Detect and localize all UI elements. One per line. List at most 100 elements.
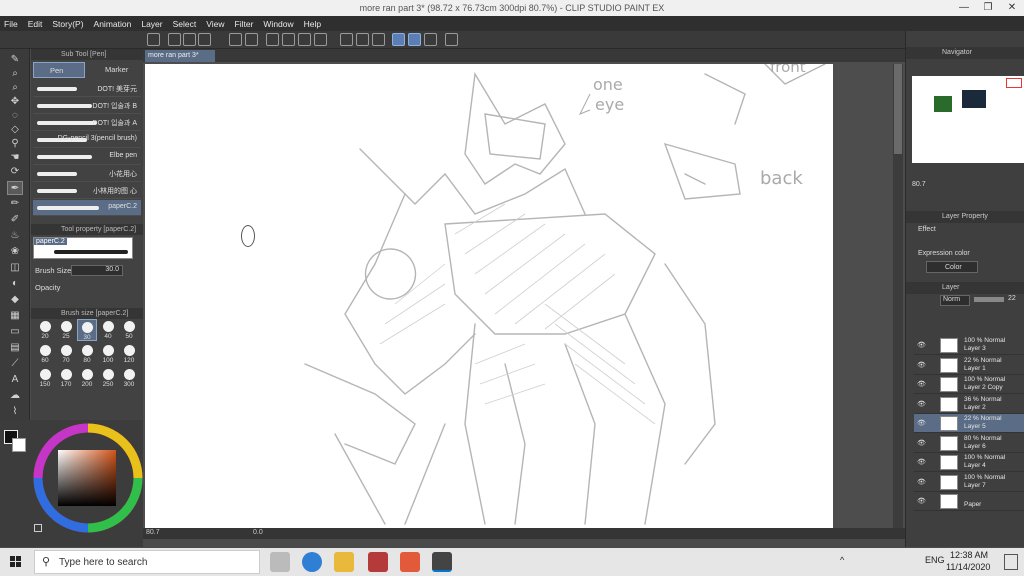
brush-item[interactable]: DOT! 입술과 B bbox=[33, 98, 141, 114]
language-indicator[interactable]: ENG bbox=[925, 555, 945, 565]
vertical-scrollbar[interactable] bbox=[893, 64, 903, 528]
lasso-tool-icon[interactable]: ◌ bbox=[7, 109, 23, 123]
game-app-icon[interactable] bbox=[368, 552, 388, 572]
brush-size-option[interactable]: 25 bbox=[56, 319, 76, 341]
move-tool-icon[interactable]: ✥ bbox=[7, 95, 23, 109]
visibility-eye-icon[interactable]: 👁 bbox=[917, 400, 926, 408]
angle-readout[interactable]: 0.0 bbox=[253, 529, 263, 536]
visibility-eye-icon[interactable]: 👁 bbox=[917, 439, 926, 447]
pen-pressure-icon[interactable] bbox=[392, 33, 405, 46]
visibility-eye-icon[interactable]: 👁 bbox=[917, 497, 926, 505]
save-icon[interactable] bbox=[198, 33, 211, 46]
edge-icon[interactable] bbox=[302, 552, 322, 572]
zoom-tool-icon[interactable]: ⌕ bbox=[7, 67, 23, 81]
windows-start-icon[interactable] bbox=[10, 556, 22, 568]
ruler-tool-icon[interactable]: ⟋ bbox=[7, 357, 23, 371]
fill-tool-icon[interactable]: ◆ bbox=[7, 293, 23, 307]
blend-tool-icon[interactable]: ◐ bbox=[7, 277, 23, 291]
layer-opacity-value[interactable]: 22 bbox=[1008, 295, 1016, 302]
eyedropper-icon[interactable]: ⚲ bbox=[7, 137, 23, 151]
sub-color-swatch[interactable] bbox=[12, 438, 26, 452]
menu-window[interactable]: Window bbox=[263, 19, 293, 29]
clip-studio-icon[interactable] bbox=[147, 33, 160, 46]
visibility-eye-icon[interactable]: 👁 bbox=[917, 458, 926, 466]
frame-tool-icon[interactable]: ▤ bbox=[7, 341, 23, 355]
visibility-eye-icon[interactable]: 👁 bbox=[917, 341, 926, 349]
stabilize-icon[interactable] bbox=[408, 33, 421, 46]
zoom-out-icon[interactable]: ⌕ bbox=[7, 81, 23, 95]
taskbar-search[interactable]: ⚲ Type here to search bbox=[34, 550, 260, 574]
brush-size-option[interactable]: 300 bbox=[119, 367, 139, 389]
menu-layer[interactable]: Layer bbox=[141, 19, 162, 29]
visibility-eye-icon[interactable]: 👁 bbox=[917, 380, 926, 388]
menu-animation[interactable]: Animation bbox=[94, 19, 132, 29]
brush-item[interactable]: DOT! 美芽元 bbox=[33, 81, 141, 97]
eraser-icon[interactable]: ◫ bbox=[7, 261, 23, 275]
visibility-eye-icon[interactable]: 👁 bbox=[917, 361, 926, 369]
balloon-tool-icon[interactable]: ☁ bbox=[7, 389, 23, 403]
minimize-button[interactable]: — bbox=[952, 0, 976, 16]
color-mode-icon[interactable] bbox=[34, 524, 42, 532]
hand-tool-icon[interactable]: ☚ bbox=[7, 151, 23, 165]
brush-size-option[interactable]: 120 bbox=[119, 343, 139, 365]
clip-studio-taskbar-icon[interactable] bbox=[432, 552, 452, 572]
new-file-icon[interactable] bbox=[168, 33, 181, 46]
layer-row[interactable]: 👁 100 % Normal Layer 3 bbox=[914, 336, 1024, 355]
media-app-icon[interactable] bbox=[400, 552, 420, 572]
redo-icon[interactable] bbox=[245, 33, 258, 46]
menu-edit[interactable]: Edit bbox=[28, 19, 43, 29]
opacity-slider[interactable] bbox=[974, 297, 1004, 302]
brush-size-option[interactable]: 80 bbox=[77, 343, 97, 365]
visibility-eye-icon[interactable]: 👁 bbox=[917, 478, 926, 486]
brush-size-option[interactable]: 70 bbox=[56, 343, 76, 365]
brush-size-option[interactable]: 200 bbox=[77, 367, 97, 389]
crop-icon[interactable] bbox=[314, 33, 327, 46]
layer-row[interactable]: 👁 22 % Normal Layer 5 bbox=[914, 414, 1024, 433]
brush-item[interactable]: 小花用心 bbox=[33, 166, 141, 182]
menu-filter[interactable]: Filter bbox=[235, 19, 254, 29]
brush-size-option[interactable]: 100 bbox=[98, 343, 118, 365]
menu-select[interactable]: Select bbox=[173, 19, 197, 29]
document-tab[interactable]: more ran part 3* bbox=[145, 50, 215, 62]
correct-line-icon[interactable]: ⌇ bbox=[7, 405, 23, 419]
canvas-paper[interactable]: one eye front back bbox=[145, 64, 833, 528]
brush-item[interactable]: DOT! 입술과 A bbox=[33, 115, 141, 131]
snap-icon[interactable] bbox=[356, 33, 369, 46]
figure-tool-icon[interactable]: ▭ bbox=[7, 325, 23, 339]
clear-icon[interactable] bbox=[266, 33, 279, 46]
companion-icon[interactable] bbox=[445, 33, 458, 46]
layer-row[interactable]: 👁 80 % Normal Layer 6 bbox=[914, 434, 1024, 453]
brush-size-option[interactable]: 150 bbox=[35, 367, 55, 389]
brush-item[interactable]: Elbe pen bbox=[33, 149, 141, 165]
navigator-zoom[interactable]: 80.7 bbox=[912, 181, 926, 188]
selection-tool-icon[interactable]: ◇ bbox=[7, 123, 23, 137]
brush-tool-icon[interactable]: ✐ bbox=[7, 213, 23, 227]
tab-pen[interactable]: Pen bbox=[33, 62, 85, 78]
gradient-icon[interactable]: ▦ bbox=[7, 309, 23, 323]
pen-tool-icon[interactable]: ✎ bbox=[7, 53, 23, 67]
zoom-readout[interactable]: 80.7 bbox=[146, 529, 160, 536]
brush-item[interactable]: paperC.2 bbox=[33, 200, 141, 216]
layer-row[interactable]: 👁 22 % Normal Layer 1 bbox=[914, 356, 1024, 375]
layer-row[interactable]: 👁 100 % Normal Layer 4 bbox=[914, 453, 1024, 472]
visibility-eye-icon[interactable]: 👁 bbox=[917, 419, 926, 427]
expression-color-select[interactable]: Color bbox=[926, 261, 978, 273]
brush-item[interactable]: 小林用的图 心 bbox=[33, 183, 141, 199]
notification-icon[interactable] bbox=[1004, 554, 1018, 570]
grid-icon[interactable] bbox=[372, 33, 385, 46]
brush-size-option[interactable]: 40 bbox=[98, 319, 118, 341]
color-wheel[interactable] bbox=[32, 422, 144, 534]
clock-date[interactable]: 11/14/2020 bbox=[946, 562, 990, 572]
menu-story[interactable]: Story(P) bbox=[52, 19, 83, 29]
maximize-button[interactable]: ❐ bbox=[976, 0, 1000, 16]
brush-size-input[interactable]: 30.0 bbox=[71, 265, 123, 276]
clock-time[interactable]: 12:38 AM bbox=[950, 550, 988, 560]
menu-help[interactable]: Help bbox=[304, 19, 321, 29]
brush-size-option[interactable]: 170 bbox=[56, 367, 76, 389]
pencil-icon[interactable] bbox=[424, 33, 437, 46]
decoration-icon[interactable]: ❀ bbox=[7, 245, 23, 259]
undo-icon[interactable] bbox=[229, 33, 242, 46]
menu-file[interactable]: File bbox=[4, 19, 18, 29]
layer-row[interactable]: 👁 36 % Normal Layer 2 bbox=[914, 395, 1024, 414]
brush-size-option[interactable]: 50 bbox=[119, 319, 139, 341]
